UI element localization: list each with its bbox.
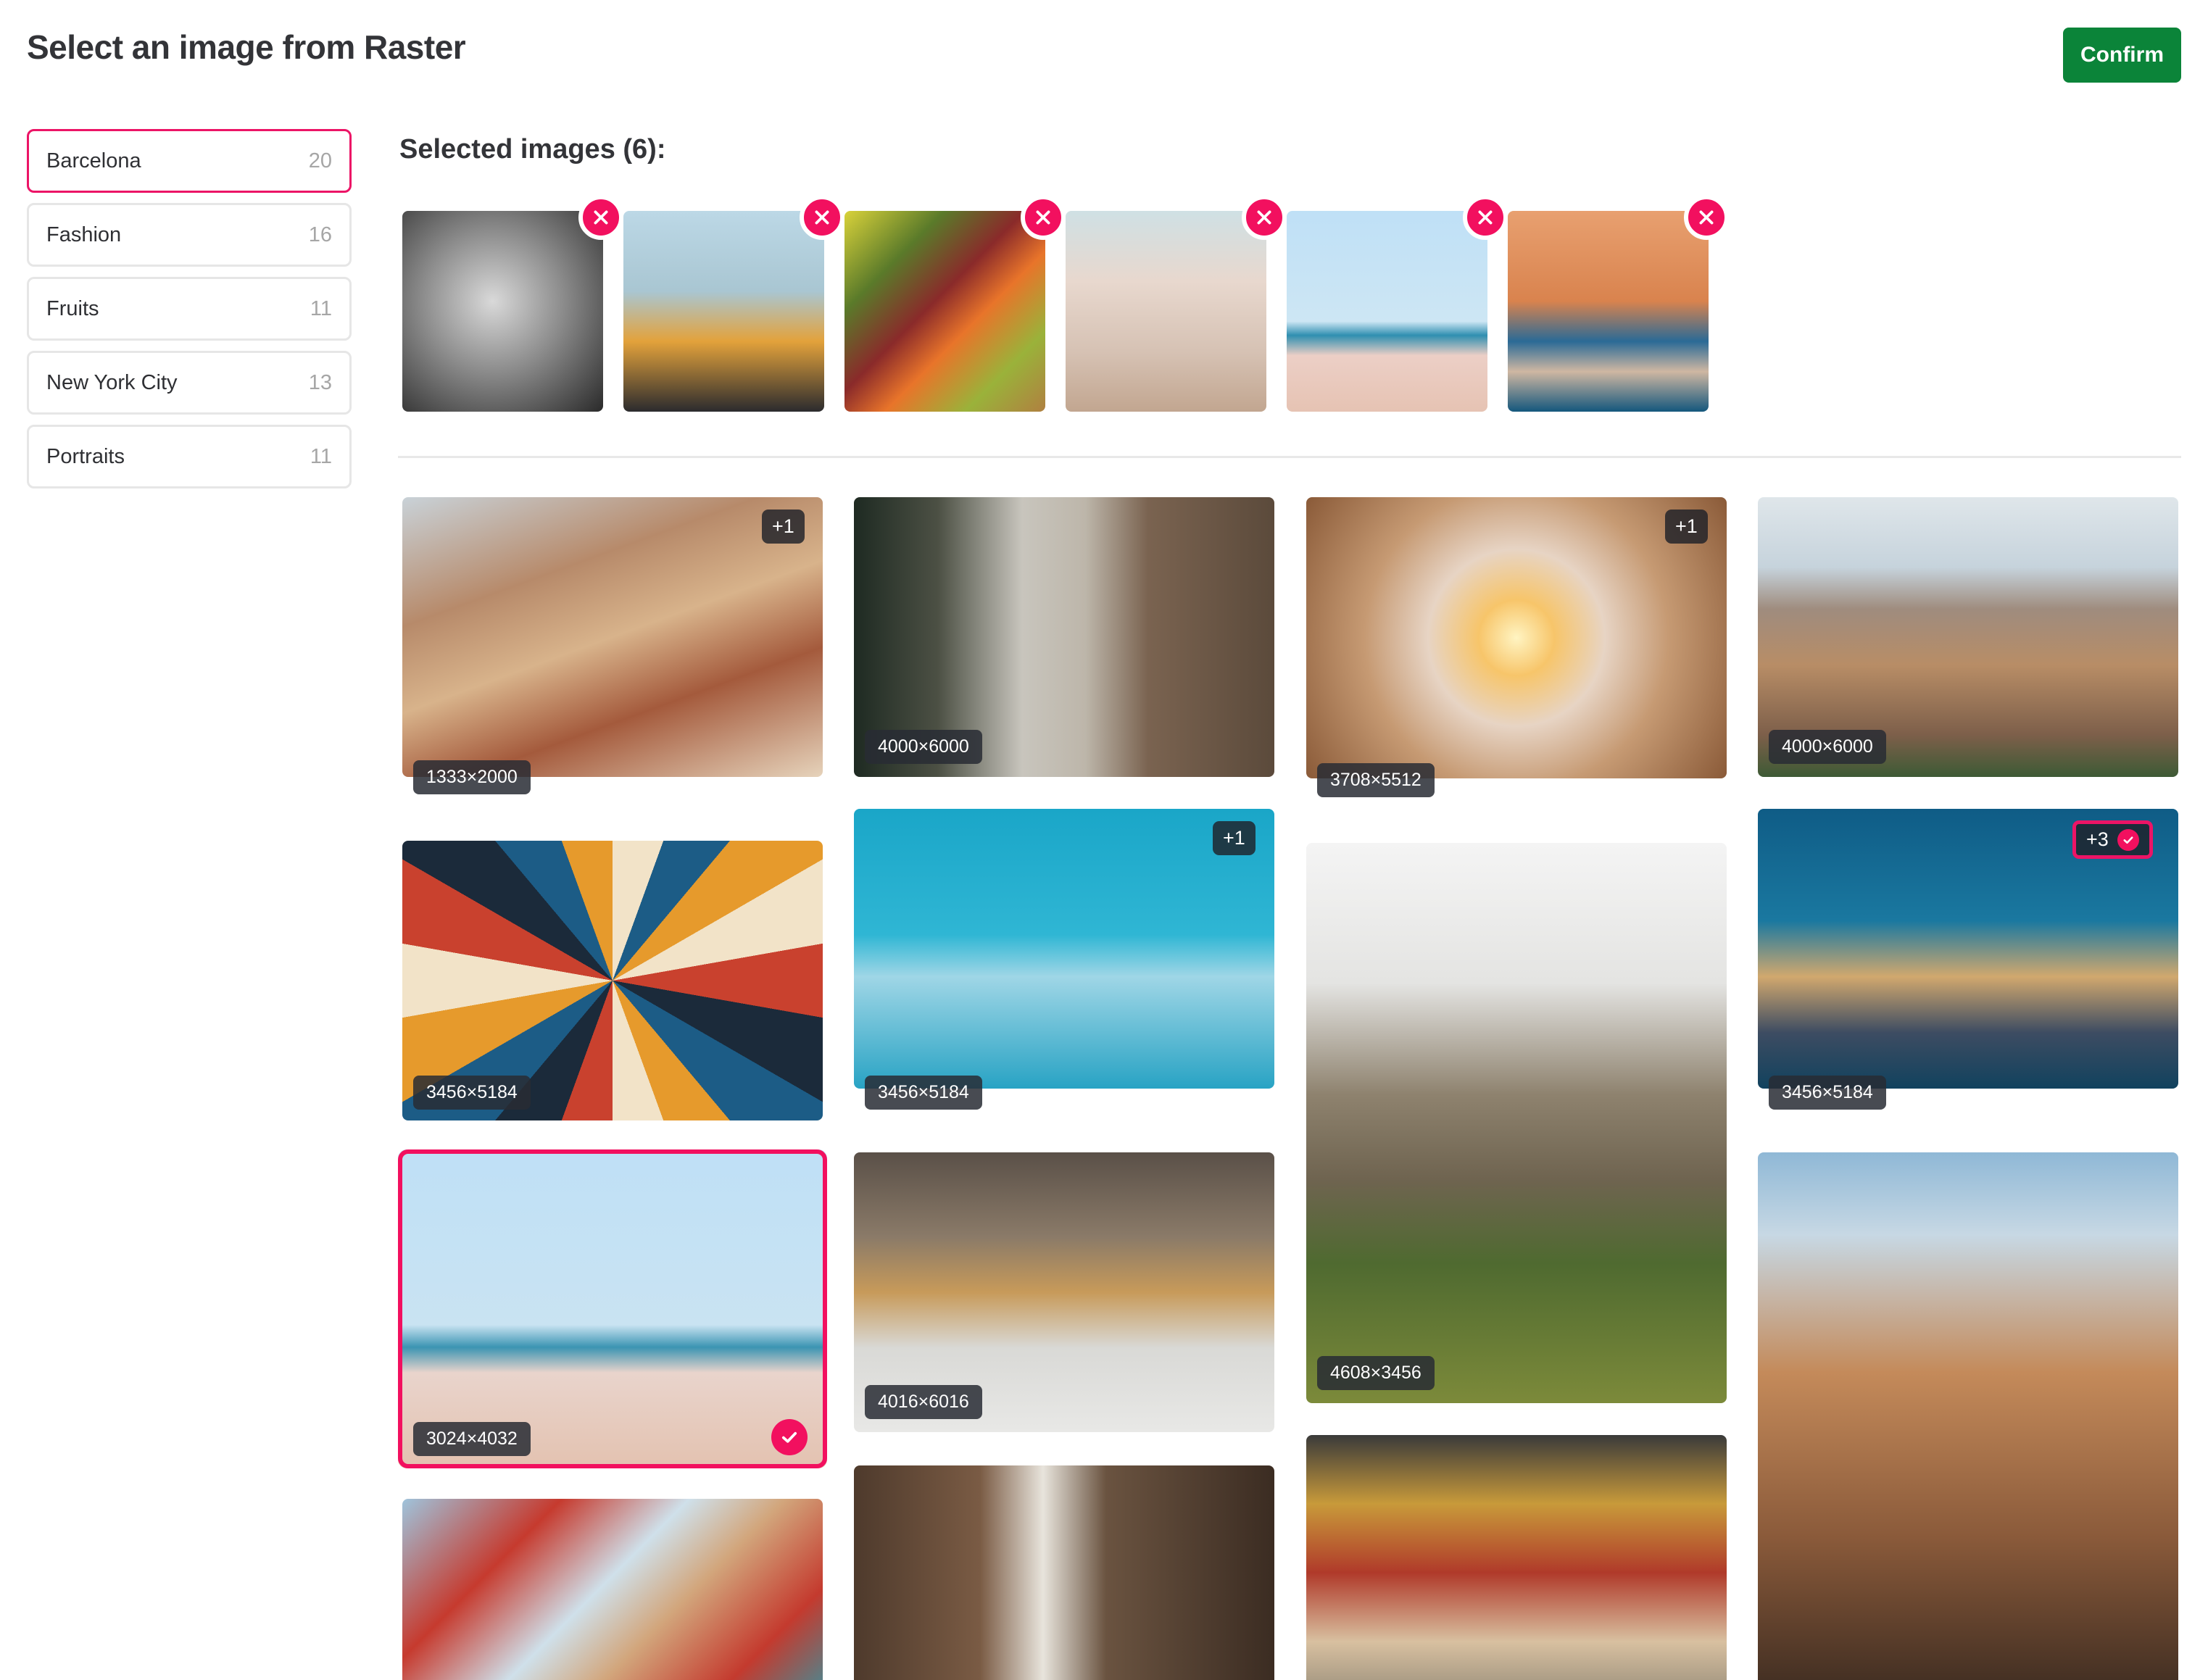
image-tile[interactable] xyxy=(1306,843,1727,1403)
variant-count: +3 xyxy=(2086,828,2109,850)
sidebar-item-barcelona[interactable]: Barcelona 20 xyxy=(27,129,352,193)
selected-images-heading: Selected images (6): xyxy=(399,134,666,165)
check-icon xyxy=(2117,828,2139,851)
image-tile[interactable] xyxy=(402,1499,823,1680)
image-tile[interactable] xyxy=(1758,1152,2178,1680)
remove-selected-button[interactable] xyxy=(1021,195,1066,240)
image-tile-selected[interactable] xyxy=(398,1149,827,1468)
image-tile[interactable] xyxy=(1306,497,1727,778)
selected-check-icon[interactable] xyxy=(771,1419,808,1455)
selected-thumbnail[interactable] xyxy=(623,211,824,412)
variant-count-badge: +1 xyxy=(762,510,805,544)
remove-selected-button[interactable] xyxy=(1463,195,1508,240)
remove-selected-button[interactable] xyxy=(1684,195,1729,240)
confirm-button[interactable]: Confirm xyxy=(2063,28,2181,83)
close-icon xyxy=(815,210,829,225)
dimensions-label: 3024×4032 xyxy=(413,1422,531,1456)
variant-count-badge: +1 xyxy=(1665,510,1708,544)
remove-selected-button[interactable] xyxy=(800,195,844,240)
selected-thumbnail[interactable] xyxy=(1066,211,1266,412)
sidebar-item-label: New York City xyxy=(46,370,178,394)
sidebar-item-count: 20 xyxy=(308,149,332,172)
dimensions-label: 4000×6000 xyxy=(1769,730,1886,764)
image-tile[interactable] xyxy=(854,809,1274,1089)
dimensions-label: 4016×6016 xyxy=(865,1385,982,1419)
close-icon xyxy=(1036,210,1050,225)
collection-sidebar: Barcelona 20 Fashion 16 Fruits 11 New Yo… xyxy=(27,129,352,499)
variant-count-badge-selected[interactable]: +3 xyxy=(2072,820,2153,859)
sidebar-item-fruits[interactable]: Fruits 11 xyxy=(27,277,352,341)
close-icon xyxy=(1699,210,1714,225)
dimensions-label: 4608×3456 xyxy=(1317,1356,1435,1390)
sidebar-item-new-york-city[interactable]: New York City 13 xyxy=(27,351,352,415)
selected-thumbnail[interactable] xyxy=(844,211,1045,412)
image-tile[interactable] xyxy=(402,497,823,777)
sidebar-item-portraits[interactable]: Portraits 11 xyxy=(27,425,352,488)
sidebar-item-label: Fruits xyxy=(46,296,99,320)
sidebar-item-fashion[interactable]: Fashion 16 xyxy=(27,203,352,267)
sidebar-item-count: 13 xyxy=(308,370,332,394)
sidebar-item-count: 11 xyxy=(310,444,332,468)
image-tile[interactable] xyxy=(854,1465,1274,1680)
section-divider xyxy=(398,456,2181,458)
sidebar-item-count: 16 xyxy=(308,223,332,246)
remove-selected-button[interactable] xyxy=(578,195,623,240)
dimensions-label: 1333×2000 xyxy=(413,760,531,794)
variant-count-badge: +1 xyxy=(1213,821,1256,855)
selected-thumbnail[interactable] xyxy=(1508,211,1709,412)
dimensions-label: 3456×5184 xyxy=(1769,1076,1886,1110)
close-icon xyxy=(594,210,608,225)
image-tile[interactable] xyxy=(1306,1435,1727,1680)
close-icon xyxy=(1478,210,1493,225)
page-title: Select an image from Raster xyxy=(27,28,466,66)
selected-thumbnail[interactable] xyxy=(402,211,603,412)
dimensions-label: 3456×5184 xyxy=(413,1076,531,1110)
dimensions-label: 4000×6000 xyxy=(865,730,982,764)
selected-thumbnail[interactable] xyxy=(1287,211,1487,412)
sidebar-item-label: Portraits xyxy=(46,444,125,468)
sidebar-item-label: Barcelona xyxy=(46,149,141,172)
close-icon xyxy=(1257,210,1271,225)
dimensions-label: 3708×5512 xyxy=(1317,763,1435,797)
sidebar-item-label: Fashion xyxy=(46,223,122,246)
sidebar-item-count: 11 xyxy=(310,296,332,320)
dimensions-label: 3456×5184 xyxy=(865,1076,982,1110)
remove-selected-button[interactable] xyxy=(1242,195,1287,240)
